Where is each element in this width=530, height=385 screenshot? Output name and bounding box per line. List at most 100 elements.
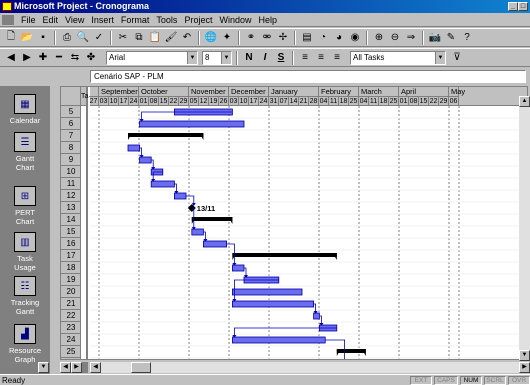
minimize-button[interactable]: _ <box>508 2 518 11</box>
row-header[interactable]: 14 <box>61 214 81 226</box>
row-header[interactable]: 23 <box>61 322 81 334</box>
task-information-icon[interactable]: ▤ <box>300 31 314 45</box>
link-tasks-icon[interactable]: ⚭ <box>244 31 258 45</box>
task-notes-icon[interactable]: ◔ <box>316 31 330 45</box>
go-to-task-icon[interactable]: ⇒ <box>404 31 418 45</box>
gantt-scroll-thumb[interactable] <box>131 362 151 373</box>
copy-icon[interactable]: ⧉ <box>132 31 146 45</box>
row-header[interactable]: 24 <box>61 334 81 346</box>
autofilter-icon[interactable]: ⊽ <box>448 51 466 65</box>
row-header[interactable]: 17 <box>61 250 81 262</box>
split-task-icon[interactable]: ✢ <box>276 31 290 45</box>
menu-format[interactable]: Format <box>121 15 150 25</box>
scroll-left-icon[interactable]: ◀ <box>60 362 71 373</box>
row-header[interactable]: 11 <box>61 178 81 190</box>
gantt-scroll-left-icon[interactable]: ◀ <box>90 362 101 373</box>
document-icon[interactable] <box>2 14 14 25</box>
gantt-chart-area[interactable]: 13/1130/01 <box>90 106 528 360</box>
row-header[interactable]: 20 <box>61 286 81 298</box>
row-header[interactable]: 8 <box>61 142 81 154</box>
row-header[interactable]: 22 <box>61 310 81 322</box>
row-header[interactable]: 6 <box>61 118 81 130</box>
italic-button[interactable]: I <box>258 51 272 65</box>
menu-project[interactable]: Project <box>184 15 212 25</box>
gantt-wizard-icon[interactable]: ✎ <box>444 31 458 45</box>
select-all-corner[interactable] <box>61 87 81 106</box>
row-header[interactable]: 7 <box>61 130 81 142</box>
menu-edit[interactable]: Edit <box>43 15 59 25</box>
view-calendar[interactable]: ▦ Calendar <box>0 94 50 125</box>
spelling-icon[interactable]: ✓ <box>92 31 106 45</box>
help-icon[interactable]: ? <box>460 31 474 45</box>
paste-icon[interactable]: 📋 <box>148 31 162 45</box>
hide-subtasks-icon[interactable]: ━ <box>52 51 66 65</box>
gantt-scroll-track[interactable] <box>101 362 519 373</box>
insert-hyperlink-icon[interactable]: 🌐 <box>204 31 218 45</box>
view-gantt-chart[interactable]: ☰ Gantt Chart <box>0 132 50 172</box>
cut-icon[interactable]: ✂ <box>116 31 130 45</box>
bold-button[interactable]: N <box>242 51 256 65</box>
chevron-down-icon[interactable]: ▼ <box>435 51 445 64</box>
open-icon[interactable]: 📂 <box>20 31 34 45</box>
font-select[interactable]: Arial ▼ <box>106 50 198 65</box>
task-name-column[interactable] <box>81 87 88 359</box>
scroll-down-icon[interactable]: ▼ <box>519 350 530 361</box>
menu-view[interactable]: View <box>65 15 84 25</box>
menu-help[interactable]: Help <box>258 15 277 25</box>
row-header[interactable]: 9 <box>61 154 81 166</box>
show-subtasks-icon[interactable]: ✚ <box>36 51 50 65</box>
show-icon[interactable]: ⇆ <box>68 51 82 65</box>
align-left-icon[interactable]: ≡ <box>298 51 312 65</box>
row-header[interactable]: 15 <box>61 226 81 238</box>
menu-window[interactable]: Window <box>219 15 251 25</box>
view-pert-chart[interactable]: ⊞ PERT Chart <box>0 186 50 226</box>
save-icon[interactable]: ▪ <box>36 31 50 45</box>
print-preview-icon[interactable]: 🔍 <box>76 31 90 45</box>
undo-icon[interactable]: ↶ <box>180 31 194 45</box>
horizontal-scrollbar[interactable]: ◀ ▶ ◀ ▶ <box>60 362 530 373</box>
viewbar-scroll-down-icon[interactable]: ▼ <box>38 362 49 373</box>
vertical-scrollbar[interactable]: ▲ ▼ <box>519 96 530 361</box>
zoom-in-icon[interactable]: ⊕ <box>372 31 386 45</box>
scroll-up-icon[interactable]: ▲ <box>519 96 530 107</box>
view-task-usage[interactable]: ▥ Task Usage <box>0 232 50 272</box>
menu-file[interactable]: File <box>21 15 36 25</box>
timescale[interactable]: 27 September 03 10 17 24 October 01 08 15 22 29 Nove… <box>89 87 527 106</box>
new-icon[interactable]: 🗋 <box>4 31 18 45</box>
task-column-header[interactable]: Ta <box>81 87 88 106</box>
chevron-down-icon[interactable]: ▼ <box>187 51 197 64</box>
row-header[interactable]: 13 <box>61 202 81 214</box>
scroll-right-icon[interactable]: ▶ <box>71 362 82 373</box>
outdent-icon[interactable]: ◀ <box>4 51 18 65</box>
row-header[interactable]: 12 <box>61 190 81 202</box>
assign-resources-icon[interactable]: ◕ <box>332 31 346 45</box>
filter-select[interactable]: All Tasks ▼ <box>350 50 446 65</box>
copy-picture-icon[interactable]: ◉ <box>348 31 362 45</box>
entry-field[interactable]: Cenário SAP - PLM <box>90 70 526 83</box>
indent-icon[interactable]: ▶ <box>20 51 34 65</box>
chevron-down-icon[interactable]: ▼ <box>221 51 231 64</box>
zoom-out-icon[interactable]: ⊖ <box>388 31 402 45</box>
row-header[interactable]: 16 <box>61 238 81 250</box>
row-header[interactable]: 10 <box>61 166 81 178</box>
menu-tools[interactable]: Tools <box>156 15 177 25</box>
web-toolbar-icon[interactable]: ✦ <box>220 31 234 45</box>
row-header[interactable]: 25 <box>61 346 81 358</box>
row-header[interactable]: 21 <box>61 298 81 310</box>
format-painter-icon[interactable]: 🖌 <box>164 31 178 45</box>
align-center-icon[interactable]: ≡ <box>314 51 328 65</box>
copy-picture-camera-icon[interactable]: 📷 <box>428 31 442 45</box>
view-resource-graph[interactable]: ▟ Resource Graph <box>0 324 50 364</box>
row-header[interactable]: 19 <box>61 274 81 286</box>
show-icon-2[interactable]: ✤ <box>84 51 98 65</box>
align-right-icon[interactable]: ≡ <box>330 51 344 65</box>
font-size-select[interactable]: 8 ▼ <box>202 50 232 65</box>
row-header[interactable]: 18 <box>61 262 81 274</box>
gantt-scroll-right-icon[interactable]: ▶ <box>519 362 530 373</box>
view-tracking-gantt[interactable]: ☷ Tracking Gantt <box>0 276 50 316</box>
underline-button[interactable]: S <box>274 51 288 65</box>
print-icon[interactable]: ⎙ <box>60 31 74 45</box>
maximize-button[interactable]: □ <box>518 2 528 11</box>
unlink-tasks-icon[interactable]: ⚮ <box>260 31 274 45</box>
menu-insert[interactable]: Insert <box>91 15 114 25</box>
